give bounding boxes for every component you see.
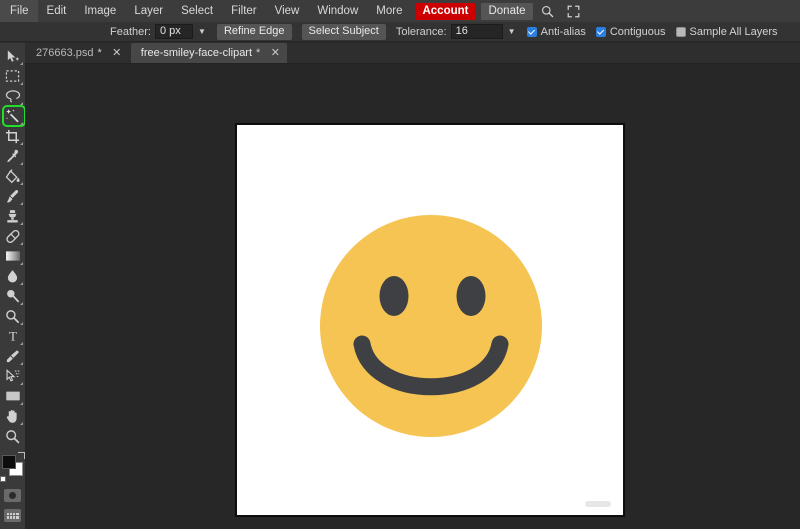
tool-expand-corner <box>20 382 23 385</box>
magic-wand-tool[interactable] <box>0 105 26 127</box>
eyedropper-tool[interactable] <box>0 146 25 166</box>
anti-alias-label: Anti-alias <box>540 25 586 38</box>
select-subject-button[interactable]: Select Subject <box>301 23 386 40</box>
keyboard-icon <box>6 512 19 519</box>
zoom-tool[interactable] <box>0 426 25 446</box>
menu-edit[interactable]: Edit <box>38 0 76 22</box>
anti-alias-checkbox[interactable]: Anti-alias <box>526 25 586 38</box>
tab-close-icon[interactable]: ✕ <box>111 47 123 59</box>
gradient-tool[interactable] <box>0 246 25 266</box>
color-swatches[interactable] <box>0 452 25 482</box>
feather-input[interactable]: 0 px <box>154 24 193 39</box>
fullscreen-icon[interactable] <box>561 0 587 22</box>
text-tool[interactable]: T <box>0 326 25 346</box>
menu-layer[interactable]: Layer <box>125 0 172 22</box>
rectangular-marquee-tool[interactable] <box>0 66 25 86</box>
sample-all-layers-label: Sample All Layers <box>689 25 778 38</box>
tool-expand-corner <box>20 342 23 345</box>
menu-select[interactable]: Select <box>172 0 222 22</box>
zoom-magnifier-tool[interactable] <box>0 306 25 326</box>
smiley-right-eye <box>456 276 486 316</box>
donate-button[interactable]: Donate <box>481 2 533 20</box>
tool-expand-corner <box>20 202 23 205</box>
contiguous-checkbox[interactable]: Contiguous <box>595 25 666 38</box>
dodge-tool[interactable] <box>0 286 25 306</box>
tool-expand-corner <box>20 362 23 365</box>
canvas-workspace[interactable] <box>25 64 800 529</box>
menu-bar: File Edit Image Layer Select Filter View… <box>0 0 800 22</box>
document-tab-bar: 276663.psd * ✕ free-smiley-face-clipart … <box>0 42 800 64</box>
shape-tool[interactable] <box>0 386 25 406</box>
document-canvas[interactable] <box>236 124 624 516</box>
tool-expand-corner <box>20 322 23 325</box>
hand-tool[interactable] <box>0 406 25 426</box>
keyboard-shortcuts-button[interactable] <box>4 509 21 522</box>
tool-expand-corner <box>20 82 23 85</box>
path-select-tool[interactable] <box>0 366 25 386</box>
menu-filter[interactable]: Filter <box>222 0 266 22</box>
tool-expand-corner <box>20 222 23 225</box>
tab-title: 276663.psd <box>36 47 94 59</box>
tolerance-input[interactable]: 16 <box>450 24 503 39</box>
tool-expand-corner <box>20 302 23 305</box>
smiley-left-eye <box>379 276 409 316</box>
feather-label: Feather: <box>110 25 151 38</box>
tolerance-label: Tolerance: <box>395 25 447 38</box>
tool-expand-corner <box>20 242 23 245</box>
canvas-watermark-bar <box>585 501 611 507</box>
foreground-color-swatch[interactable] <box>2 455 16 469</box>
tools-panel: T <box>0 43 26 529</box>
eraser-tool[interactable] <box>0 226 25 246</box>
search-icon[interactable] <box>535 0 561 22</box>
brush-tool[interactable] <box>0 186 25 206</box>
tool-options-bar: Feather: 0 px ▼ Refine Edge Select Subje… <box>0 22 800 42</box>
tool-expand-corner <box>20 142 23 145</box>
tab-close-icon[interactable]: ✕ <box>269 47 281 59</box>
refine-edge-button[interactable]: Refine Edge <box>216 23 292 40</box>
sample-all-layers-check-icon[interactable] <box>675 26 686 37</box>
quick-mask-icon <box>9 492 16 499</box>
tool-expand-corner <box>20 422 23 425</box>
tool-expand-corner <box>20 162 23 165</box>
tool-expand-corner <box>20 122 23 125</box>
clone-stamp-tool[interactable] <box>0 206 25 226</box>
tool-expand-corner <box>20 182 23 185</box>
svg-text:T: T <box>9 329 17 343</box>
menu-window[interactable]: Window <box>308 0 367 22</box>
tab-free-smiley-face-clipart[interactable]: free-smiley-face-clipart * ✕ <box>130 43 288 63</box>
tool-expand-corner <box>20 62 23 65</box>
tolerance-chevron-down-icon[interactable]: ▼ <box>505 24 519 39</box>
tab-unsaved-indicator: * <box>256 47 261 59</box>
lasso-tool[interactable] <box>0 86 25 106</box>
swap-colors-icon[interactable] <box>18 452 25 459</box>
account-button[interactable]: Account <box>415 2 476 20</box>
pen-tool[interactable] <box>0 346 25 366</box>
smiley-face-artwork <box>320 215 542 437</box>
photopea-app: File Edit Image Layer Select Filter View… <box>0 0 800 529</box>
menu-file[interactable]: File <box>0 0 38 22</box>
reset-colors-icon[interactable] <box>0 476 6 482</box>
blur-tool[interactable] <box>0 266 25 286</box>
tab-title: free-smiley-face-clipart <box>140 47 253 59</box>
feather-chevron-down-icon[interactable]: ▼ <box>195 24 209 39</box>
tool-expand-corner <box>20 262 23 265</box>
quick-mask-button[interactable] <box>4 489 21 502</box>
contiguous-check-icon[interactable] <box>595 26 606 37</box>
menu-view[interactable]: View <box>266 0 309 22</box>
tool-expand-corner <box>20 402 23 405</box>
menu-image[interactable]: Image <box>75 0 125 22</box>
smiley-face-circle <box>320 215 542 437</box>
crop-tool[interactable] <box>0 126 25 146</box>
menu-more[interactable]: More <box>367 0 411 22</box>
tool-expand-corner <box>20 282 23 285</box>
anti-alias-check-icon[interactable] <box>526 26 537 37</box>
move-tool[interactable] <box>0 46 25 66</box>
contiguous-label: Contiguous <box>609 25 666 38</box>
sample-all-layers-checkbox[interactable]: Sample All Layers <box>675 25 778 38</box>
paint-bucket-tool[interactable] <box>0 166 25 186</box>
tab-276663-psd[interactable]: 276663.psd * ✕ <box>26 43 129 63</box>
tab-unsaved-indicator: * <box>97 47 102 59</box>
